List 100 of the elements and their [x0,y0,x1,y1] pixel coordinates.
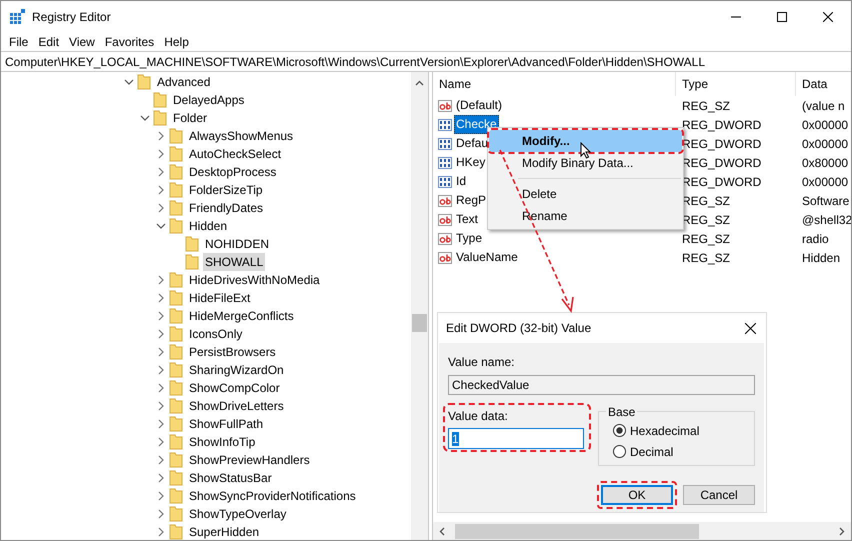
value-name[interactable]: Text [454,210,480,229]
tree-item[interactable]: IconsOnly [187,325,244,343]
folder-icon [169,344,183,360]
value-name[interactable]: Checke [454,115,499,134]
table-cell-text: 0x80000 [801,154,850,172]
tree-item[interactable]: SHOWALL [203,253,266,271]
folder-icon [169,164,183,180]
close-icon[interactable] [745,322,756,334]
scroll-right-icon[interactable] [839,526,845,536]
value-name[interactable]: ValueName [454,248,520,267]
tree-item[interactable]: ShowTypeOverlay [187,505,288,523]
folder-icon [169,506,183,522]
tree-item[interactable]: HideMergeConflicts [187,307,296,325]
horizontal-scrollbar[interactable] [433,522,851,540]
tree-item[interactable]: PersistBrowsers [187,343,278,361]
tree-item[interactable]: ShowFullPath [187,415,266,433]
value-name[interactable]: Id [454,172,468,191]
radio-button[interactable] [613,445,626,458]
radio-label[interactable]: Hexadecimal [630,422,700,440]
menu-item[interactable]: Favorites [100,32,160,50]
value-data-field[interactable]: 1 [448,428,584,449]
folder-icon [185,236,199,252]
tree-item[interactable]: Hidden [187,217,230,235]
table-cell-text: REG_DWORD [681,174,762,190]
tree-item[interactable]: SuperHidden [187,523,262,540]
menu-item[interactable]: Edit [33,32,64,50]
column-header[interactable]: Data [796,72,851,96]
tree-item[interactable]: ShowStatusBar [187,469,274,487]
folder-icon [169,182,183,198]
menu-option[interactable]: Rename [489,205,682,227]
tree-item[interactable]: HideDrivesWithNoMedia [187,271,322,289]
menu-item[interactable]: Help [159,32,194,50]
binary-value-icon [438,156,452,170]
tree-item[interactable]: DesktopProcess [187,163,278,181]
folder-icon [169,362,183,378]
tree-item[interactable]: FriendlyDates [187,199,266,217]
tree-item[interactable]: AutoCheckSelect [187,145,284,163]
tree-item[interactable]: ShowPreviewHandlers [187,451,312,469]
folder-icon [169,380,183,396]
tree-item[interactable]: ShowSyncProviderNotifications [187,487,358,505]
tree-item[interactable]: HideFileExt [187,289,252,307]
menu-option[interactable]: Modify Binary Data... [489,152,682,174]
menu-option[interactable]: Delete [489,183,682,205]
value-name[interactable]: Defau [454,134,490,153]
window-title: Registry Editor [32,8,111,26]
dialog-button[interactable]: OK [601,485,673,505]
folder-icon [169,218,183,234]
address-bar[interactable]: Computer\HKEY_LOCAL_MACHINE\SOFTWARE\Microsoft\Windows\CurrentVersion\Explorer\Advanced\Folder\Hidden\SHOWALL [1,51,851,72]
folder-icon [169,398,183,414]
tree-item[interactable]: ShowCompColor [187,379,282,397]
folder-icon [169,416,183,432]
value-name[interactable]: Type [454,229,484,248]
chevron-down-icon[interactable] [156,221,166,231]
folder-icon [169,326,183,342]
scroll-up-icon[interactable] [415,80,424,86]
folder-icon [169,200,183,216]
folder-icon [169,308,183,324]
folder-icon [169,146,183,162]
tree-item[interactable]: ShowInfoTip [187,433,258,451]
string-value-icon [438,98,452,112]
binary-value-icon [438,174,452,188]
scrollbar-thumb[interactable] [412,314,427,332]
scrollbar-thumb[interactable] [455,524,699,538]
radio-button[interactable] [613,424,626,437]
tree-item[interactable]: Folder [171,109,210,127]
chevron-down-icon[interactable] [140,113,150,123]
column-header[interactable]: Name [433,72,676,96]
menu-option[interactable]: Modify... [489,130,682,152]
binary-value-icon [438,118,452,132]
table-cell-text: 0x00000 [801,136,850,152]
tree-item[interactable]: FolderSizeTip [187,181,265,199]
vertical-scrollbar[interactable] [411,72,428,540]
dialog-title: Edit DWORD (32-bit) Value [446,320,592,337]
scroll-left-icon[interactable] [439,526,445,536]
tree-item[interactable]: DelayedApps [171,91,246,109]
folder-icon [153,92,167,108]
table-cell-text: radio [801,230,830,248]
menu-item[interactable]: File [4,32,34,50]
folder-icon [169,488,183,504]
menu-item[interactable]: View [64,32,100,50]
radio-label[interactable]: Decimal [630,442,674,460]
tree-item[interactable]: SharingWizardOn [187,361,286,379]
maximize-icon [777,12,787,22]
tree-item[interactable]: Advanced [155,73,212,91]
value-name[interactable]: RegP [454,191,488,210]
tree-item[interactable]: NOHIDDEN [203,235,272,253]
value-name-field[interactable]: CheckedValue [448,375,755,395]
table-cell-text: 0x00000 [801,174,850,190]
value-name[interactable]: (Default) [454,96,504,115]
chevron-down-icon[interactable] [124,77,134,87]
tree-item[interactable]: AlwaysShowMenus [187,127,296,145]
table-cell-text: REG_DWORD [681,136,762,152]
column-header[interactable]: Type [676,72,796,96]
tree-item[interactable]: ShowDriveLetters [187,397,286,415]
dialog-button[interactable]: Cancel [683,485,755,505]
value-name[interactable]: HKey [454,153,488,172]
folder-icon [137,74,151,90]
string-value-icon [438,194,452,208]
table-cell-text: (value n [801,98,846,114]
folder-icon [169,272,183,288]
